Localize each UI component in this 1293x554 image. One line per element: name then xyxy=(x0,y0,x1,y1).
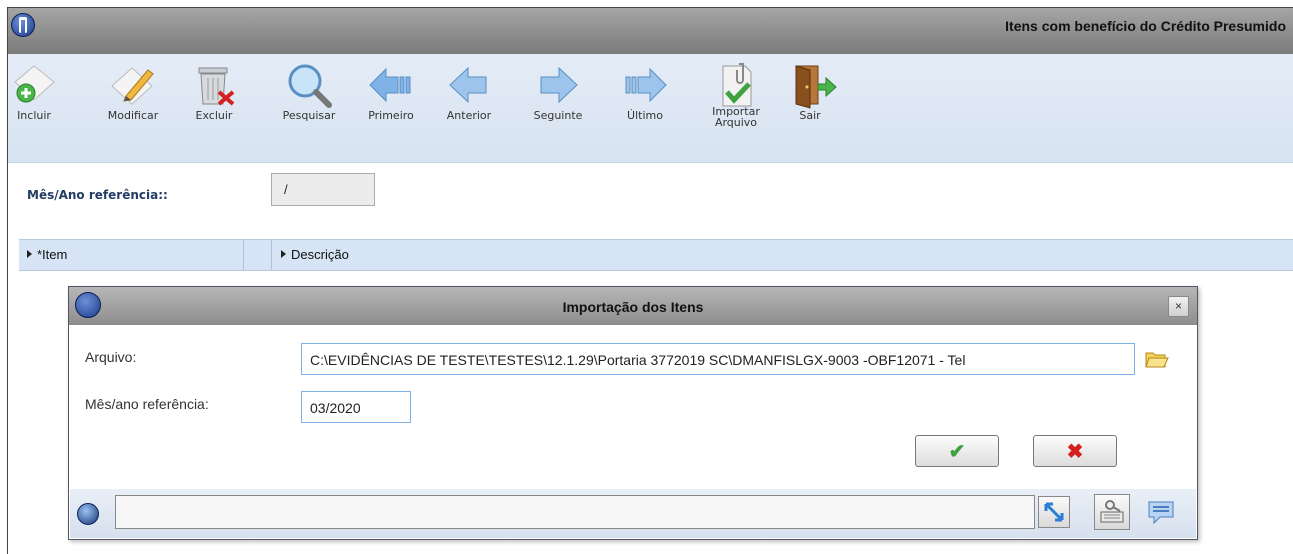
grid-header: *Item Descrição xyxy=(19,239,1293,271)
status-bar xyxy=(70,489,1196,538)
toolbar: Incluir Modificar Excluir Pesquisar Prim… xyxy=(8,54,1293,163)
resize-button[interactable] xyxy=(1038,496,1070,528)
column-descricao[interactable]: Descrição xyxy=(281,247,349,262)
totvs-orb-icon[interactable] xyxy=(77,503,99,525)
resize-arrow-icon xyxy=(1044,502,1064,522)
check-icon: ✔ xyxy=(948,440,966,463)
close-button[interactable]: × xyxy=(1168,296,1189,317)
app-logo-icon xyxy=(11,13,35,37)
column-item[interactable]: *Item xyxy=(27,247,67,262)
status-message-field xyxy=(115,495,1035,529)
add-icon xyxy=(9,60,59,110)
anterior-button[interactable]: Anterior xyxy=(440,60,498,122)
importar-arquivo-button[interactable]: Importar Arquivo xyxy=(698,60,774,128)
confirm-button[interactable]: ✔ xyxy=(915,435,999,467)
column-divider xyxy=(271,240,272,270)
chat-bubble-icon[interactable] xyxy=(1146,499,1176,527)
arrow-first-icon xyxy=(366,60,416,110)
excluir-button[interactable]: Excluir xyxy=(187,60,241,122)
reference-field[interactable]: / xyxy=(271,173,375,206)
keyboard-tool-button[interactable] xyxy=(1094,494,1130,530)
primeiro-button[interactable]: Primeiro xyxy=(360,60,422,122)
import-dialog: Importação dos Itens × Arquivo: C:\EVIDÊ… xyxy=(68,286,1198,540)
ultimo-button[interactable]: Último xyxy=(618,60,672,122)
arrow-right-icon xyxy=(533,60,583,110)
modificar-button[interactable]: Modificar xyxy=(96,60,170,122)
exit-door-icon xyxy=(788,60,838,110)
month-input[interactable]: 03/2020 xyxy=(301,391,411,423)
pencil-icon xyxy=(108,60,158,110)
sort-triangle-icon xyxy=(27,250,32,258)
file-path-input[interactable]: C:\EVIDÊNCIAS DE TESTE\TESTES\12.1.29\Po… xyxy=(301,343,1135,375)
dialog-title-bar: Importação dos Itens × xyxy=(69,287,1197,325)
keyboard-wrench-icon xyxy=(1100,500,1124,523)
arrow-left-icon xyxy=(444,60,494,110)
incluir-button[interactable]: Incluir xyxy=(7,60,61,122)
reference-label: Mês/Ano referência:: xyxy=(27,188,168,202)
folder-icon[interactable] xyxy=(1143,347,1169,371)
window-title: Itens com benefício do Crédito Presumido xyxy=(1005,18,1286,34)
dialog-title: Importação dos Itens xyxy=(562,299,704,315)
seguinte-button[interactable]: Seguinte xyxy=(526,60,590,122)
pesquisar-button[interactable]: Pesquisar xyxy=(270,60,348,122)
magnifier-icon xyxy=(284,60,334,110)
arrow-last-icon xyxy=(620,60,670,110)
title-bar: Itens com benefício do Crédito Presumido xyxy=(8,8,1293,54)
month-label: Mês/ano referência: xyxy=(85,396,209,412)
x-icon: ✖ xyxy=(1066,440,1084,463)
trash-icon xyxy=(189,60,239,110)
file-label: Arquivo: xyxy=(85,349,137,365)
cancel-button[interactable]: ✖ xyxy=(1033,435,1117,467)
sort-triangle-icon xyxy=(281,250,286,258)
sair-button[interactable]: Sair xyxy=(788,60,837,122)
import-file-icon xyxy=(711,60,761,110)
column-divider xyxy=(243,240,244,270)
